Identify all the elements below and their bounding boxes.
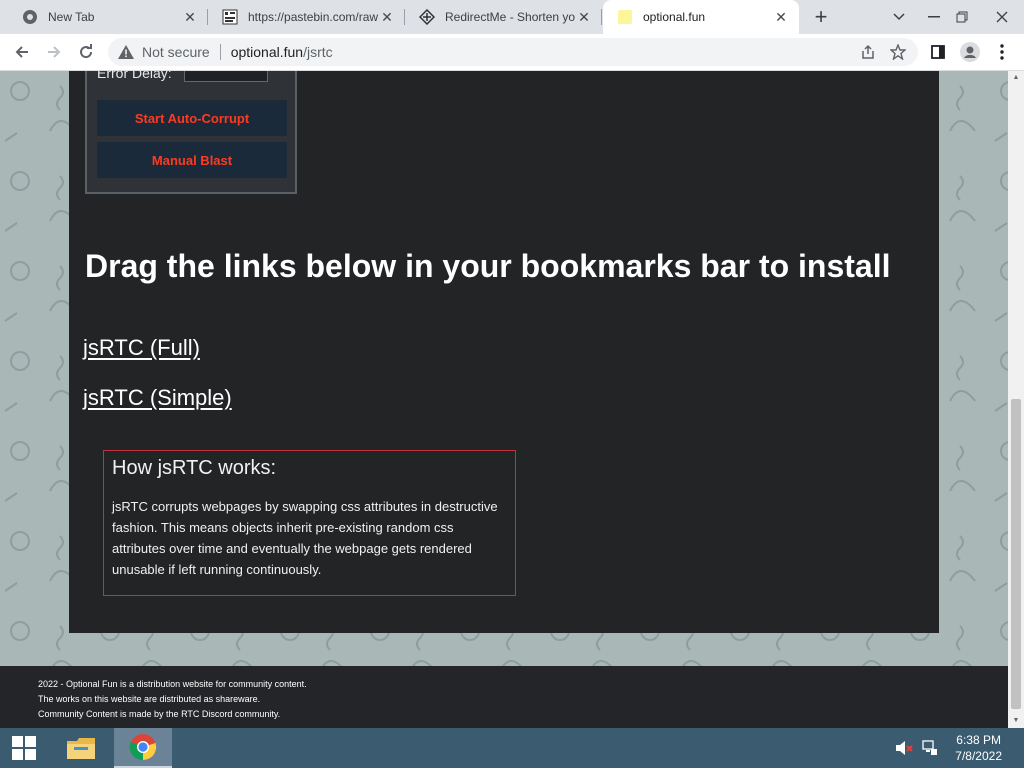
manual-blast-button[interactable]: Manual Blast: [97, 142, 287, 178]
tab-title: optional.fun: [643, 10, 706, 24]
forward-arrow-icon[interactable]: [40, 38, 68, 66]
control-panel: Error Delay: Start Auto-Corrupt Manual B…: [85, 71, 297, 194]
windows-taskbar: 6:38 PM 7/8/2022: [0, 728, 1024, 768]
url-host: optional.fun: [230, 44, 304, 60]
file-explorer-icon[interactable]: [57, 728, 105, 768]
close-window-button[interactable]: [980, 0, 1024, 34]
vertical-scrollbar[interactable]: ▲ ▼: [1008, 71, 1024, 728]
chrome-taskbar-icon[interactable]: [114, 728, 172, 768]
page-heading: Drag the links below in your bookmarks b…: [85, 248, 891, 284]
scroll-down-arrow[interactable]: ▼: [1008, 714, 1024, 728]
warning-icon[interactable]: [118, 45, 134, 59]
tab-optional-fun[interactable]: optional.fun ✕: [603, 0, 799, 34]
footer-line: The works on this website are distribute…: [38, 694, 261, 704]
info-text: jsRTC corrupts webpages by swapping css …: [112, 499, 498, 577]
tab-title: https://pastebin.com/raw: [248, 10, 379, 24]
tab-strip: New Tab ✕ https://pastebin.com/raw ✕ Red…: [0, 0, 1024, 34]
error-delay-row: Error Delay:: [97, 71, 268, 82]
footer-line: 2022 - Optional Fun is a distribution we…: [38, 679, 307, 689]
clock-date: 7/8/2022: [955, 749, 1002, 763]
tab-pastebin[interactable]: https://pastebin.com/raw ✕: [208, 0, 405, 34]
page-footer: 2022 - Optional Fun is a distribution we…: [0, 666, 1008, 728]
close-icon[interactable]: ✕: [379, 9, 395, 25]
share-icon[interactable]: [860, 44, 876, 60]
network-icon[interactable]: [912, 728, 948, 768]
address-bar[interactable]: Not secure optional.fun/jsrtc: [108, 38, 918, 66]
scroll-thumb[interactable]: [1011, 399, 1021, 709]
new-tab-button[interactable]: +: [808, 0, 834, 34]
pastebin-icon: [222, 9, 238, 25]
back-arrow-icon[interactable]: [8, 38, 36, 66]
jsrtc-full-link[interactable]: jsRTC (Full): [83, 335, 200, 361]
clock-time: 6:38 PM: [956, 733, 1001, 747]
chevron-down-icon[interactable]: [886, 0, 912, 34]
tab-new-tab[interactable]: New Tab ✕: [8, 0, 208, 34]
star-icon[interactable]: [890, 44, 906, 60]
close-icon[interactable]: ✕: [182, 9, 198, 25]
error-delay-label: Error Delay:: [97, 71, 172, 81]
close-icon[interactable]: ✕: [576, 9, 592, 25]
scroll-up-arrow[interactable]: ▲: [1008, 71, 1024, 85]
system-clock[interactable]: 6:38 PM 7/8/2022: [955, 732, 1002, 764]
tab-title: New Tab: [48, 10, 95, 24]
menu-dots-icon[interactable]: [988, 38, 1016, 66]
chrome-icon: [22, 9, 38, 25]
windows-start-icon[interactable]: [0, 728, 48, 768]
page-viewport: Error Delay: Start Auto-Corrupt Manual B…: [0, 71, 1008, 728]
footer-line: Community Content is made by the RTC Dis…: [38, 709, 281, 719]
close-icon[interactable]: ✕: [773, 9, 789, 25]
divider: [219, 44, 221, 60]
browser-toolbar: Not secure optional.fun/jsrtc: [0, 34, 1024, 71]
tab-title: RedirectMe - Shorten yo: [445, 10, 576, 24]
redirectme-icon: [419, 9, 435, 25]
info-box: How jsRTC works: jsRTC corrupts webpages…: [103, 450, 516, 596]
info-title: How jsRTC works:: [112, 457, 277, 479]
url-path: /jsrtc: [303, 44, 333, 60]
security-label[interactable]: Not secure: [142, 44, 210, 60]
reload-icon[interactable]: [72, 38, 100, 66]
yellow-favicon: [617, 9, 633, 25]
error-delay-input[interactable]: [183, 71, 268, 82]
jsrtc-simple-link[interactable]: jsRTC (Simple): [83, 385, 232, 411]
profile-avatar-icon[interactable]: [956, 38, 984, 66]
restore-button[interactable]: [944, 0, 980, 34]
start-auto-corrupt-button[interactable]: Start Auto-Corrupt: [97, 100, 287, 136]
tab-redirectme[interactable]: RedirectMe - Shorten yo ✕: [405, 0, 602, 34]
side-panel-icon[interactable]: [924, 38, 952, 66]
